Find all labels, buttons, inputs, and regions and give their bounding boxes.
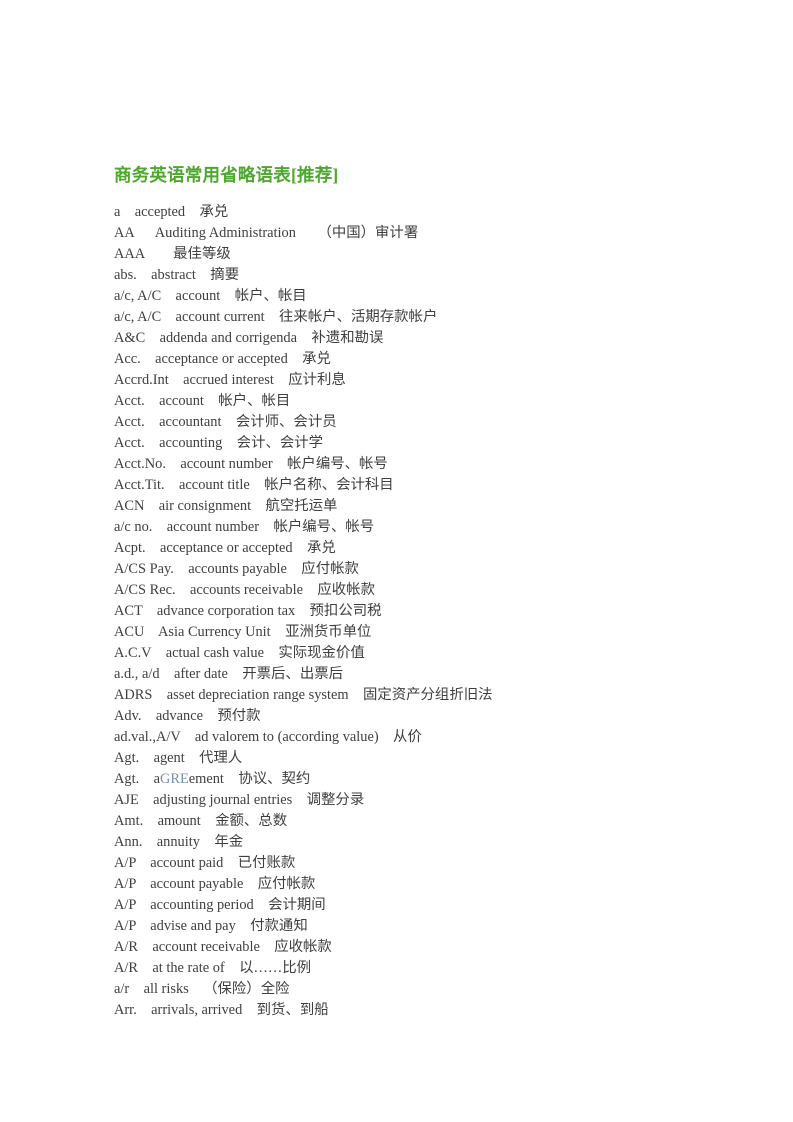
list-item: Acct.No. account number 帐户编号、帐号 bbox=[114, 454, 714, 475]
document-body: 商务英语常用省略语表[推荐] a accepted 承兑 AA Auditing … bbox=[114, 164, 714, 1021]
list-item: abs. abstract 摘要 bbox=[114, 265, 714, 286]
entry-text: A.C.V actual cash value 实际现金价值 bbox=[114, 645, 365, 661]
list-item: a/r all risks （保险）全险 bbox=[114, 979, 714, 1000]
entry-text: Acpt. acceptance or accepted 承兑 bbox=[114, 540, 336, 556]
entry-text: Acct. accounting 会计、会计学 bbox=[114, 435, 324, 451]
entry-text-highlight: GRE bbox=[159, 771, 189, 787]
entry-text: Accrd.Int accrued interest 应计利息 bbox=[114, 372, 346, 388]
list-item: Acct. account 帐户、帐目 bbox=[114, 391, 714, 412]
list-item: Adv. advance 预付款 bbox=[114, 706, 714, 727]
list-item: a/c, A/C account 帐户、帐目 bbox=[114, 286, 714, 307]
entry-text: AA Auditing Administration （中国）审计署 bbox=[114, 225, 419, 241]
entry-text: A/CS Pay. accounts payable 应付帐款 bbox=[114, 561, 359, 577]
list-item: A/CS Pay. accounts payable 应付帐款 bbox=[114, 559, 714, 580]
list-item: AA Auditing Administration （中国）审计署 bbox=[114, 223, 714, 244]
entry-text: a accepted 承兑 bbox=[114, 204, 229, 220]
list-item: ACN air consignment 航空托运单 bbox=[114, 496, 714, 517]
entry-text-suffix: ement 协议、契约 bbox=[188, 771, 311, 787]
list-item: A/P accounting period 会计期间 bbox=[114, 895, 714, 916]
list-item: a/c, A/C account current 往来帐户、活期存款帐户 bbox=[114, 307, 714, 328]
entry-text: Agt. agent 代理人 bbox=[114, 750, 243, 766]
entry-text: Adv. advance 预付款 bbox=[114, 708, 261, 724]
list-item: AJE adjusting journal entries 调整分录 bbox=[114, 790, 714, 811]
list-item: Ann. annuity 年金 bbox=[114, 832, 714, 853]
entry-text: A/P account paid 已付账款 bbox=[114, 855, 296, 871]
entry-text: A/R at the rate of 以……比例 bbox=[114, 960, 312, 976]
entry-text: a/c, A/C account 帐户、帐目 bbox=[114, 288, 307, 304]
entry-text: Acct.No. account number 帐户编号、帐号 bbox=[114, 456, 388, 472]
list-item: A/CS Rec. accounts receivable 应收帐款 bbox=[114, 580, 714, 601]
list-item: A/R account receivable 应收帐款 bbox=[114, 937, 714, 958]
list-item: A&C addenda and corrigenda 补遗和勘误 bbox=[114, 328, 714, 349]
list-item: Arr. arrivals, arrived 到货、到船 bbox=[114, 1000, 714, 1021]
entry-text: a/c, A/C account current 往来帐户、活期存款帐户 bbox=[114, 309, 438, 325]
page-title: 商务英语常用省略语表[推荐] bbox=[114, 165, 339, 185]
entry-text: AJE adjusting journal entries 调整分录 bbox=[114, 792, 365, 808]
list-item: A/R at the rate of 以……比例 bbox=[114, 958, 714, 979]
entry-text: ACN air consignment 航空托运单 bbox=[114, 498, 338, 514]
list-item: a.d., a/d after date 开票后、出票后 bbox=[114, 664, 714, 685]
entry-text: Ann. annuity 年金 bbox=[114, 834, 244, 850]
entry-text: Acct. accountant 会计师、会计员 bbox=[114, 414, 337, 430]
entry-text: ad.val.,A/V ad valorem to (according val… bbox=[114, 729, 422, 745]
list-item: ADRS asset depreciation range system 固定资… bbox=[114, 685, 714, 706]
list-item: Accrd.Int accrued interest 应计利息 bbox=[114, 370, 714, 391]
entry-text: Acct.Tit. account title 帐户名称、会计科目 bbox=[114, 477, 394, 493]
entry-text: Amt. amount 金额、总数 bbox=[114, 813, 288, 829]
list-item: Acpt. acceptance or accepted 承兑 bbox=[114, 538, 714, 559]
list-item: Amt. amount 金额、总数 bbox=[114, 811, 714, 832]
list-item: Acct.Tit. account title 帐户名称、会计科目 bbox=[114, 475, 714, 496]
list-item: Agt. agent 代理人 bbox=[114, 748, 714, 769]
list-item: Agt. aGREement 协议、契约 bbox=[114, 769, 714, 790]
entry-text: A&C addenda and corrigenda 补遗和勘误 bbox=[114, 330, 384, 346]
list-item: ACT advance corporation tax 预扣公司税 bbox=[114, 601, 714, 622]
list-item: AAA 最佳等级 bbox=[114, 244, 714, 265]
entry-text: a/r all risks （保险）全险 bbox=[114, 981, 290, 997]
list-item: a accepted 承兑 bbox=[114, 202, 714, 223]
entry-text: A/P accounting period 会计期间 bbox=[114, 897, 326, 913]
entry-text: Acc. acceptance or accepted 承兑 bbox=[114, 351, 331, 367]
entry-text: Arr. arrivals, arrived 到货、到船 bbox=[114, 1002, 329, 1018]
list-item: Acct. accountant 会计师、会计员 bbox=[114, 412, 714, 433]
list-item: A/P account payable 应付帐款 bbox=[114, 874, 714, 895]
list-item: a/c no. account number 帐户编号、帐号 bbox=[114, 517, 714, 538]
entry-text: A/P account payable 应付帐款 bbox=[114, 876, 316, 892]
document-page: 商务英语常用省略语表[推荐] a accepted 承兑 AA Auditing … bbox=[0, 0, 793, 1122]
entry-text: ACT advance corporation tax 预扣公司税 bbox=[114, 603, 382, 619]
entry-text: a.d., a/d after date 开票后、出票后 bbox=[114, 666, 343, 682]
entry-text: A/R account receivable 应收帐款 bbox=[114, 939, 332, 955]
entry-text: A/CS Rec. accounts receivable 应收帐款 bbox=[114, 582, 375, 598]
list-item: Acc. acceptance or accepted 承兑 bbox=[114, 349, 714, 370]
abbreviation-list: a accepted 承兑 AA Auditing Administration … bbox=[114, 202, 714, 1021]
entry-text-prefix: Agt. a bbox=[114, 771, 160, 787]
list-item: Acct. accounting 会计、会计学 bbox=[114, 433, 714, 454]
list-item: ad.val.,A/V ad valorem to (according val… bbox=[114, 727, 714, 748]
list-item: ACU Asia Currency Unit 亚洲货币单位 bbox=[114, 622, 714, 643]
entry-text: AAA 最佳等级 bbox=[114, 246, 231, 262]
entry-text: Acct. account 帐户、帐目 bbox=[114, 393, 291, 409]
entry-text: A/P advise and pay 付款通知 bbox=[114, 918, 308, 934]
list-item: A/P advise and pay 付款通知 bbox=[114, 916, 714, 937]
entry-text: abs. abstract 摘要 bbox=[114, 267, 240, 283]
list-item: A.C.V actual cash value 实际现金价值 bbox=[114, 643, 714, 664]
list-item: A/P account paid 已付账款 bbox=[114, 853, 714, 874]
entry-text: ADRS asset depreciation range system 固定资… bbox=[114, 687, 493, 703]
entry-text: ACU Asia Currency Unit 亚洲货币单位 bbox=[114, 624, 372, 640]
entry-text: a/c no. account number 帐户编号、帐号 bbox=[114, 519, 375, 535]
